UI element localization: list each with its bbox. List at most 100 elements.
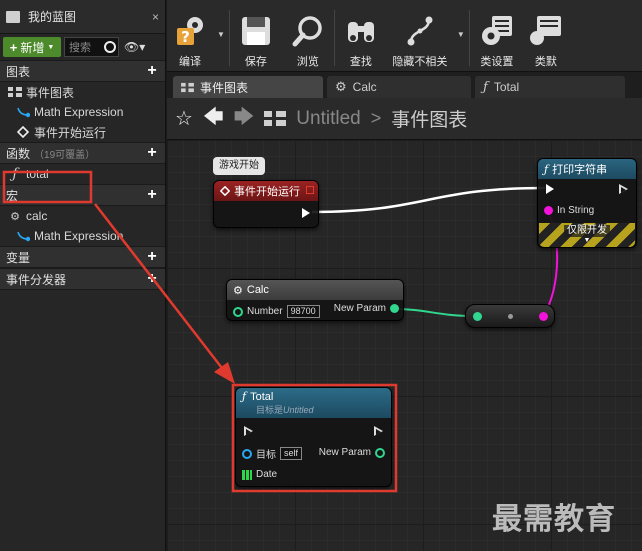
browse-button[interactable]: 浏览 xyxy=(282,0,334,72)
section-event-dispatchers[interactable]: 事件分发器 + xyxy=(0,268,165,290)
node-title: Total xyxy=(250,390,274,403)
pin-label: New Param xyxy=(318,447,371,458)
tab-label: 事件图表 xyxy=(200,80,249,95)
exec-wire[interactable] xyxy=(311,186,546,214)
breadcrumb-graph[interactable]: 事件图表 xyxy=(391,105,467,132)
save-button[interactable]: 保存 xyxy=(230,0,282,72)
print-string-node[interactable]: ƒ 打印字符串 In String 仅限开发 ▼ xyxy=(537,158,637,248)
graph-item-label: 事件开始运行 xyxy=(34,125,107,140)
tab-total[interactable]: ƒ Total xyxy=(475,76,625,98)
exec-in-pin[interactable] xyxy=(546,184,554,194)
hide-unrelated-label: 隐藏不相关 xyxy=(392,56,448,68)
node-header: ⚙ Calc xyxy=(227,280,403,300)
binoculars-icon xyxy=(344,14,378,48)
exec-out-pin[interactable] xyxy=(374,426,383,437)
tab-event-graph[interactable]: 事件图表 xyxy=(173,76,323,98)
conversion-node[interactable] xyxy=(465,304,555,328)
add-macro-icon[interactable]: + xyxy=(145,187,159,203)
add-graph-icon[interactable]: + xyxy=(145,63,159,79)
comment-bubble[interactable]: 游戏开始 xyxy=(213,157,265,175)
string-pin-icon xyxy=(544,206,553,215)
back-arrow-icon[interactable]: 🡄 xyxy=(203,102,224,136)
add-function-icon[interactable]: + xyxy=(145,145,159,161)
class-defaults-button[interactable]: 类默 xyxy=(524,0,568,72)
expand-arrow-icon[interactable]: ▼ xyxy=(584,237,591,245)
calc-node[interactable]: ⚙ Calc Number 98700 New Param xyxy=(226,279,404,321)
exec-out-pin[interactable] xyxy=(302,208,310,218)
class-defaults-label: 类默 xyxy=(534,56,557,68)
function-item-label: total xyxy=(26,167,49,181)
main-toolbar: ? 编译 ▼ 保存 浏览 查找 隐藏不相关 ▼ 类设置 类默 xyxy=(167,0,642,72)
float-pin-icon[interactable] xyxy=(473,312,482,321)
search-input[interactable]: 搜索 xyxy=(64,37,119,57)
function-item-total[interactable]: ƒ total xyxy=(0,164,165,184)
graph-item-begin-play[interactable]: 事件开始运行 xyxy=(0,122,165,142)
breadcrumb: ☆ 🡄 🡆 Untitled > 事件图表 xyxy=(167,98,642,140)
watermark: 最需教育 xyxy=(492,502,616,537)
event-graph-icon xyxy=(8,85,22,99)
node-title: 打印字符串 xyxy=(552,164,608,176)
add-dispatcher-icon[interactable]: + xyxy=(145,271,159,287)
pin-link-icon xyxy=(16,229,30,243)
exec-pin-icon xyxy=(619,184,628,195)
graph-item-event-graph[interactable]: 事件图表 xyxy=(0,82,165,102)
add-new-button[interactable]: + 新增 ▼ xyxy=(3,37,61,57)
compile-options-icon[interactable]: ▼ xyxy=(213,30,229,39)
number-value-field[interactable]: 98700 xyxy=(286,305,320,318)
compile-button[interactable]: ? 编译 xyxy=(167,0,213,72)
section-functions-label: 函数 xyxy=(6,146,31,161)
hide-unrelated-button[interactable]: 隐藏不相关 xyxy=(387,0,453,72)
exec-pin-icon xyxy=(302,208,310,218)
breadcrumb-blueprint[interactable]: Untitled xyxy=(296,108,360,130)
graph-item-math-expression[interactable]: Math Expression xyxy=(0,102,165,122)
gear-icon: ⚙ xyxy=(335,79,347,94)
forward-arrow-icon[interactable]: 🡆 xyxy=(234,102,255,136)
section-dispatchers-label: 事件分发器 xyxy=(6,272,67,287)
float-wire[interactable] xyxy=(393,308,476,317)
total-function-node[interactable]: ƒ Total 目标是Untitled 目标 self New Param Da… xyxy=(235,387,392,487)
delegate-pin[interactable] xyxy=(306,186,314,194)
favorite-star-icon[interactable]: ☆ xyxy=(175,106,193,131)
convert-dot-icon xyxy=(508,314,513,319)
section-macros[interactable]: 宏 + xyxy=(0,184,165,206)
new-param-output-pin[interactable]: New Param xyxy=(319,447,385,458)
class-settings-button[interactable]: 类设置 xyxy=(470,0,524,72)
node-subtitle-target: Untitled xyxy=(283,405,314,415)
compile-label: 编译 xyxy=(179,56,201,68)
macro-item-calc[interactable]: ⚙ calc xyxy=(0,206,165,226)
macro-item-math-expression[interactable]: Math Expression xyxy=(0,226,165,246)
exec-out-pin[interactable] xyxy=(619,184,628,195)
node-header: 事件开始运行 xyxy=(214,181,318,201)
breadcrumb-separator: > xyxy=(370,108,382,128)
exec-pin-icon xyxy=(374,426,383,437)
search-placeholder: 搜索 xyxy=(69,42,91,54)
number-input-pin[interactable]: Number 98700 xyxy=(233,305,320,318)
pin-label: Number xyxy=(247,306,283,317)
browse-label: 浏览 xyxy=(296,56,319,68)
target-value-field[interactable]: self xyxy=(280,447,303,460)
string-pin-icon[interactable] xyxy=(539,312,548,321)
plus-icon: + xyxy=(9,39,18,55)
blueprint-icon xyxy=(6,10,20,23)
new-param-output-pin[interactable]: New Param xyxy=(334,303,399,314)
find-button[interactable]: 查找 xyxy=(335,0,387,72)
in-string-pin[interactable]: In String xyxy=(544,205,594,216)
event-begin-play-node[interactable]: 事件开始运行 xyxy=(213,180,319,228)
tab-calc[interactable]: ⚙ Calc xyxy=(327,76,471,98)
add-variable-icon[interactable]: + xyxy=(145,249,159,265)
pin-label: In String xyxy=(557,205,595,216)
section-functions[interactable]: 函数 （19可覆盖） + xyxy=(0,142,165,164)
date-input-pin[interactable]: Date xyxy=(242,469,277,480)
hide-unrelated-options-icon[interactable]: ▼ xyxy=(453,30,469,39)
graph-canvas[interactable]: 游戏开始 事件开始运行 ƒ 打印字符串 In String 仅限开发 ▼ ⚙ C… xyxy=(167,140,642,551)
close-icon[interactable]: × xyxy=(152,10,159,24)
target-input-pin[interactable]: 目标 self xyxy=(242,446,303,461)
exec-in-pin[interactable] xyxy=(244,426,253,437)
section-variables[interactable]: 变量 + xyxy=(0,246,165,268)
section-graphs[interactable]: 图表 + xyxy=(0,60,165,82)
browse-icon xyxy=(291,14,325,48)
view-options-icon[interactable]: 👁▾ xyxy=(124,40,145,54)
pin-link-icon xyxy=(16,105,30,119)
find-label: 查找 xyxy=(349,56,372,68)
pin-label: New Param xyxy=(333,303,386,314)
